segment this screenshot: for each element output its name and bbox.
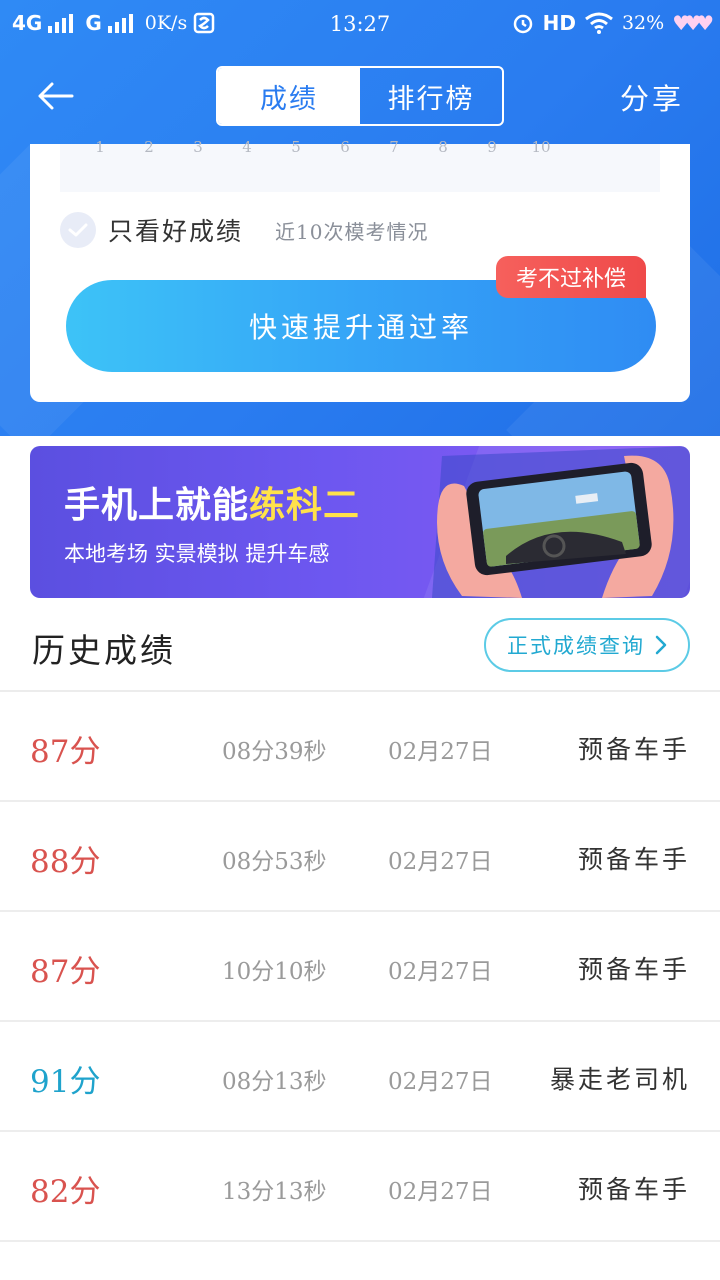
score-card: 1 2 3 4 5 6 7 8 9 10 只看好成绩 近10次模考情况 快速提升通过率 考不过补偿: [30, 138, 690, 402]
score-value: 88分: [30, 844, 101, 880]
score-chart: 1 2 3 4 5 6 7 8 9 10: [60, 138, 660, 192]
score-value: 91分: [30, 1064, 101, 1100]
chart-x-tick-label: 4: [242, 138, 252, 156]
status-bar: 4G G 0K/s 13:27 HD 32% ♥♥♥: [0, 0, 720, 50]
exam-date: 02月27日: [388, 849, 493, 875]
alarm-icon: [513, 14, 532, 34]
share-button[interactable]: 分享: [620, 76, 684, 118]
recent-exams-hint: 近10次模考情况: [275, 219, 429, 244]
query-button-label: 正式成绩查询: [507, 634, 645, 658]
chevron-right-icon: [655, 635, 667, 655]
tab-scores[interactable]: 成绩: [218, 68, 360, 124]
good-scores-only-label[interactable]: 只看好成绩: [108, 212, 243, 248]
banner-title-main: 手机上就能: [64, 485, 250, 526]
exam-date: 02月27日: [388, 1179, 493, 1205]
wifi-icon: [585, 12, 613, 34]
banner-title: 手机上就能练科二: [64, 476, 360, 528]
compensation-badge: 考不过补偿: [496, 256, 647, 298]
history-row[interactable]: 88分 08分53秒 02月27日 预备车手: [0, 802, 720, 912]
exam-duration: 08分13秒: [222, 1069, 327, 1095]
rank-title: 预备车手: [577, 1175, 690, 1204]
rank-title: 预备车手: [577, 955, 690, 984]
exam-date: 02月27日: [388, 959, 493, 985]
hd-indicator: HD: [542, 11, 576, 35]
history-row[interactable]: 82分 13分13秒 02月27日 预备车手: [0, 1132, 720, 1242]
banner-subtitle: 本地考场 实景模拟 提升车感: [64, 542, 330, 566]
chart-x-axis: 1 2 3 4 5 6 7 8 9 10: [60, 138, 660, 158]
exam-duration: 08分53秒: [222, 849, 327, 875]
official-score-query-button[interactable]: 正式成绩查询: [484, 618, 690, 672]
exam-duration: 13分13秒: [222, 1179, 327, 1205]
score-value: 87分: [30, 734, 101, 770]
history-row[interactable]: 91分 08分13秒 02月27日 暴走老司机: [0, 1022, 720, 1132]
promo-banner[interactable]: 手机上就能练科二 本地考场 实景模拟 提升车感: [30, 446, 690, 598]
chart-x-tick-label: 1: [95, 138, 105, 156]
chart-x-tick-label: 8: [438, 138, 448, 156]
chart-x-tick-label: 7: [389, 138, 399, 156]
segmented-tabs: 成绩 排行榜: [216, 66, 504, 126]
banner-title-highlight: 练科二: [249, 485, 361, 526]
score-value: 82分: [30, 1174, 101, 1210]
exam-date: 02月27日: [388, 1069, 493, 1095]
rank-title: 暴走老司机: [549, 1065, 690, 1094]
history-title: 历史成绩: [32, 631, 176, 670]
rank-title: 预备车手: [577, 735, 690, 764]
score-value: 87分: [30, 954, 101, 990]
filter-row: 只看好成绩 近10次模考情况: [60, 212, 428, 248]
phone-driving-illustration: [432, 446, 690, 598]
history-row[interactable]: 87分 08分39秒 02月27日 预备车手: [0, 692, 720, 802]
tab-leaderboard[interactable]: 排行榜: [360, 68, 502, 124]
battery-level: 32%: [621, 12, 665, 34]
history-row[interactable]: 87分 10分10秒 02月27日 预备车手: [0, 912, 720, 1022]
chart-x-tick-label: 2: [144, 138, 154, 156]
rank-title: 预备车手: [577, 845, 690, 874]
back-arrow-icon[interactable]: [36, 78, 76, 114]
exam-duration: 08分39秒: [222, 739, 327, 765]
history-list: 87分 08分39秒 02月27日 预备车手 88分 08分53秒 02月27日…: [0, 692, 720, 1242]
checkbox-icon[interactable]: [60, 212, 96, 248]
chart-x-tick-label: 6: [340, 138, 350, 156]
chart-x-tick-label: 10: [531, 138, 551, 156]
chart-x-tick-label: 3: [193, 138, 203, 156]
exam-duration: 10分10秒: [222, 959, 327, 985]
hearts-icon: ♥♥♥: [672, 11, 714, 35]
exam-date: 02月27日: [388, 739, 493, 765]
chart-x-tick-label: 9: [487, 138, 497, 156]
chart-x-tick-label: 5: [291, 138, 301, 156]
